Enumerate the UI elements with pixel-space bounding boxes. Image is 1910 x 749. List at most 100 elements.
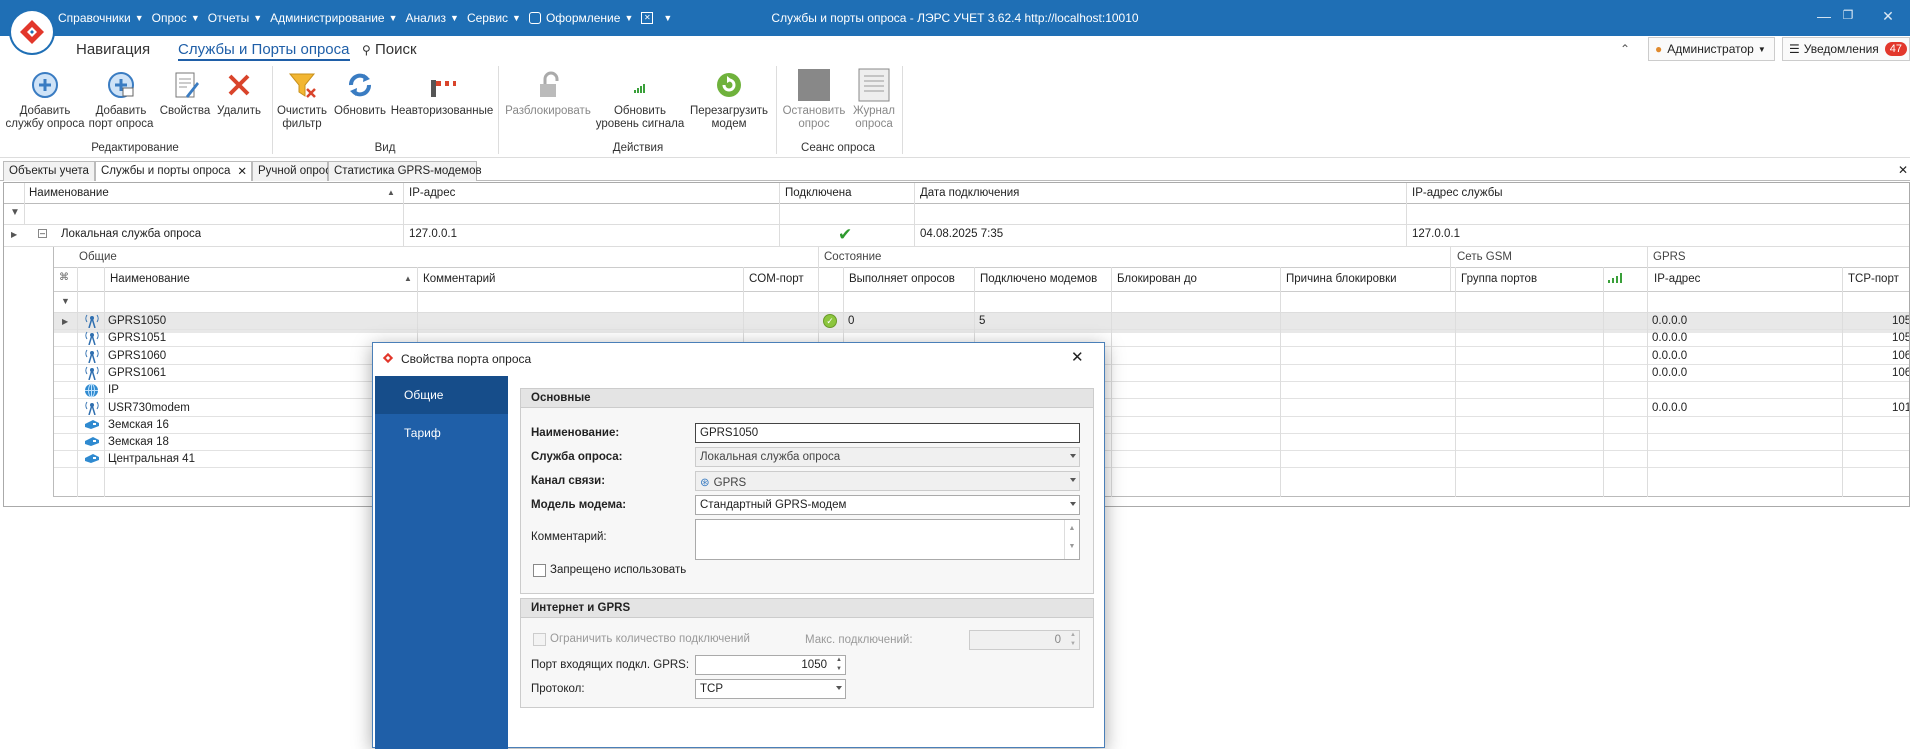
doc-tab-objects[interactable]: Объекты учета [3, 161, 95, 181]
refresh-button[interactable]: Обновить [330, 68, 390, 118]
reboot-modem-button[interactable]: Перезагрузить модем [686, 68, 772, 131]
update-signal-button[interactable]: Обновить уровень сигнала [594, 68, 686, 131]
chevron-down-icon: ▼ [624, 13, 634, 23]
sub-col-comment[interactable]: Комментарий [420, 273, 495, 285]
menu-admin[interactable]: Администрирование ▼ [270, 11, 397, 25]
collapse-ribbon-icon[interactable]: ⌃ [1620, 42, 1630, 56]
col-header-service-ip[interactable]: IP-адрес службы [1409, 187, 1503, 199]
expand-arrow-icon[interactable]: ▶ [11, 230, 17, 239]
name-input[interactable]: GPRS1050 [695, 423, 1080, 443]
button-label: Журнал опроса [853, 105, 895, 130]
menu-spravochniki[interactable]: Справочники ▼ [58, 11, 144, 25]
add-port-button[interactable]: Добавить порт опроса [86, 68, 156, 131]
service-name[interactable]: Локальная служба опроса [58, 228, 201, 240]
minimize-button[interactable]: — [1812, 8, 1836, 24]
textarea-scrollbar[interactable]: ▲ ▼ [1064, 520, 1079, 559]
gprs-tower-icon: ⊛ [700, 477, 710, 489]
channel-select[interactable]: ⊛ GPRS [695, 471, 1080, 491]
ribbon-separator [498, 66, 499, 154]
sub-col-com[interactable]: COM-порт [746, 273, 804, 285]
gprs-port-label: Порт входящих подкл. GPRS: [531, 659, 690, 671]
grid-divider [24, 183, 25, 225]
dialog-close-icon[interactable]: ✕ [1071, 348, 1084, 366]
filter-icon[interactable]: ▼ [61, 296, 70, 306]
group-view-label: Вид [374, 142, 396, 154]
grid-divider [1280, 267, 1281, 497]
delete-button[interactable]: Удалить [214, 68, 264, 118]
table-row[interactable]: GPRS1050 ✓ 0 5 0.0.0.0 1050 [54, 313, 1909, 330]
band-gprs: GPRS [1653, 251, 1686, 263]
spin-icon[interactable]: ▲ ▼ [1070, 631, 1076, 649]
gprs-port-input[interactable]: 1050 ▲ ▼ [695, 655, 846, 675]
row-name: Центральная 41 [108, 453, 195, 466]
menu-servis[interactable]: Сервис ▼ [467, 11, 521, 25]
col-header-date[interactable]: Дата подключения [917, 187, 1019, 199]
sub-col-modems[interactable]: Подключено модемов [977, 273, 1097, 285]
menu-otchety[interactable]: Отчеты ▼ [208, 11, 262, 25]
close-button[interactable]: ✕ [1876, 8, 1900, 25]
grid-divider [54, 267, 1909, 268]
protocol-select[interactable]: TCP [695, 679, 846, 699]
sub-col-polls[interactable]: Выполняет опросов [846, 273, 955, 285]
side-item-tariff[interactable]: Тариф [375, 414, 508, 452]
forbid-checkbox[interactable] [533, 564, 546, 577]
menu-analiz[interactable]: Анализ ▼ [406, 11, 459, 25]
unlock-button[interactable]: Разблокировать [502, 68, 594, 118]
tab-services-ports[interactable]: Службы и Порты опроса [178, 41, 350, 61]
col-header-connected[interactable]: Подключена [782, 187, 852, 199]
journal-button[interactable]: Журнал опроса [850, 68, 898, 131]
button-label: Очистить фильтр [276, 105, 328, 130]
col-header-ip[interactable]: IP-адрес [406, 187, 455, 199]
bell-icon: ☰ [1789, 42, 1800, 56]
sub-col-tcp[interactable]: TCP-порт [1845, 273, 1899, 285]
column-chooser-icon[interactable]: ⌘ [59, 272, 69, 283]
sub-col-blocked[interactable]: Блокирован до [1114, 273, 1197, 285]
properties-button[interactable]: Свойства [156, 68, 214, 118]
max-connections-input[interactable]: 0 ▲ ▼ [969, 630, 1080, 650]
limit-checkbox[interactable] [533, 633, 546, 646]
close-all-icon[interactable]: ✕ [1898, 163, 1908, 177]
chevron-down-icon: ▼ [1757, 44, 1766, 54]
doc-tab-gprs-stats[interactable]: Статистика GPRS-модемов [328, 161, 482, 181]
comment-textarea[interactable]: ▲ ▼ [695, 519, 1080, 560]
group-actions-label: Действия [612, 142, 664, 154]
spin-icon[interactable]: ▲ ▼ [836, 656, 842, 674]
tab-search[interactable]: ⚲ Поиск [362, 41, 417, 58]
service-endpoint-ip: 127.0.0.1 [1412, 228, 1460, 240]
col-header-name[interactable]: Наименование [26, 187, 109, 199]
close-icon[interactable]: ✕ [237, 164, 247, 178]
sub-col-name[interactable]: Наименование [107, 273, 190, 285]
user-button[interactable]: ● Администратор ▼ [1648, 37, 1775, 61]
unauthorized-button[interactable]: Неавторизованные [390, 68, 494, 118]
sub-col-port-group[interactable]: Группа портов [1458, 273, 1537, 285]
title-bar: Справочники ▼ Опрос ▼ Отчеты ▼ Администриро… [0, 0, 1910, 36]
add-service-button[interactable]: Добавить службу опроса [4, 68, 86, 131]
grid-divider [1111, 267, 1112, 497]
collapse-box-icon[interactable]: – [38, 229, 47, 238]
model-select[interactable]: Стандартный GPRS-модем [695, 495, 1080, 515]
app-icon [382, 352, 394, 364]
menu-oformlenie[interactable]: Оформление ▼ [528, 11, 634, 25]
row-name: Земская 18 [108, 436, 169, 449]
gprs-tower-icon [84, 366, 99, 381]
menu-opros[interactable]: Опрос ▼ [152, 11, 200, 25]
notifications-label: Уведомления [1803, 42, 1879, 56]
app-logo[interactable] [11, 11, 53, 53]
doc-tab-services[interactable]: Службы и порты опроса ✕ [95, 161, 252, 181]
sort-asc-icon: ▲ [404, 274, 412, 283]
sub-col-ip[interactable]: IP-адрес [1651, 273, 1700, 285]
filter-icon[interactable]: ▼ [10, 207, 20, 218]
sub-col-reason[interactable]: Причина блокировки [1283, 273, 1397, 285]
sort-asc-icon: ▲ [387, 188, 395, 197]
doc-tab-manual[interactable]: Ручной опрос [252, 161, 331, 181]
side-item-general[interactable]: Общие [375, 376, 508, 414]
tab-navigation[interactable]: Навигация [76, 41, 150, 58]
notifications-button[interactable]: ☰ Уведомления 47 [1782, 37, 1910, 61]
chevron-down-icon [1070, 478, 1076, 482]
restore-button[interactable]: ❐ [1836, 8, 1860, 22]
clear-filter-button[interactable]: Очистить фильтр [274, 68, 330, 131]
service-select[interactable]: Локальная служба опроса [695, 447, 1080, 467]
quick-access-button[interactable]: ✕ ▼ [641, 12, 672, 24]
stop-poll-button[interactable]: Остановить опрос [778, 68, 850, 131]
model-label: Модель модема: [531, 499, 627, 511]
